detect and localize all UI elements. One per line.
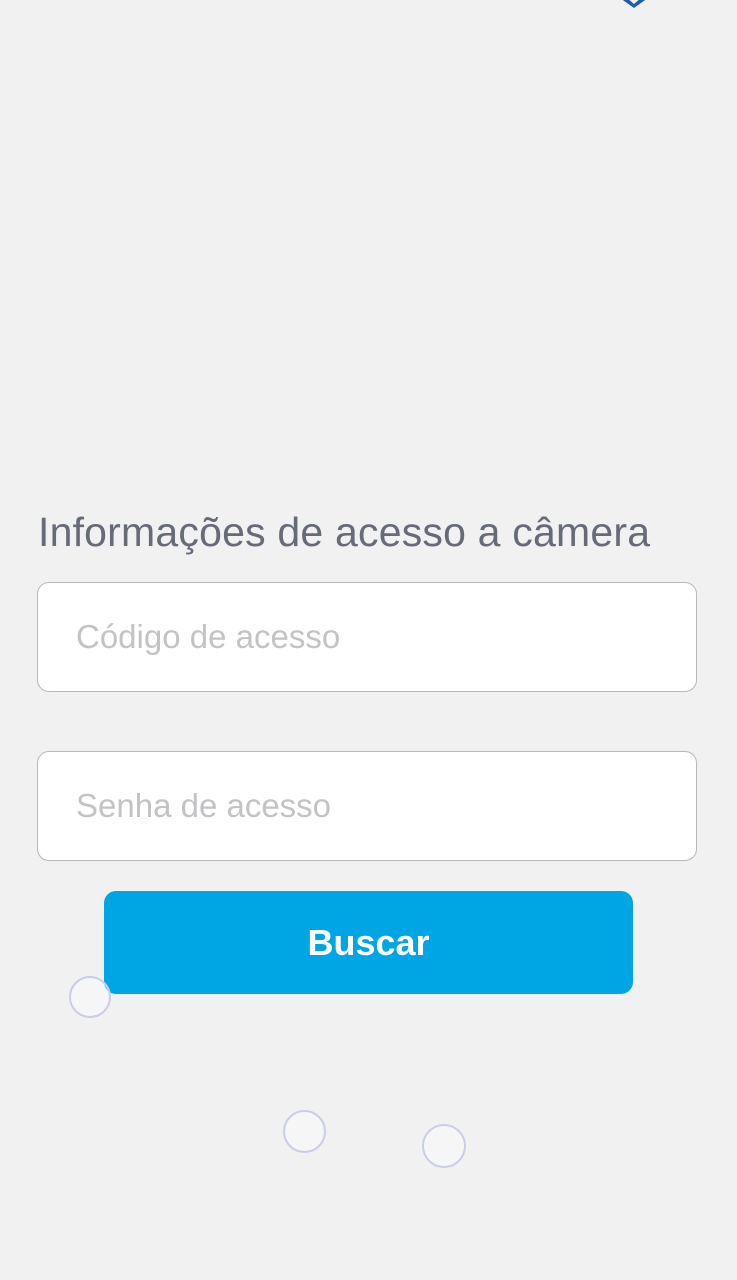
touch-indicator	[283, 1110, 326, 1153]
touch-indicator	[69, 976, 111, 1018]
access-code-input[interactable]	[38, 583, 696, 691]
search-button[interactable]: Buscar	[104, 891, 633, 994]
logo-fragment-icon	[616, 0, 654, 8]
access-password-field-container	[37, 751, 697, 861]
section-title: Informações de acesso a câmera	[38, 509, 651, 555]
touch-indicator	[422, 1124, 466, 1168]
access-code-field-container	[37, 582, 697, 692]
access-password-input[interactable]	[38, 752, 696, 860]
